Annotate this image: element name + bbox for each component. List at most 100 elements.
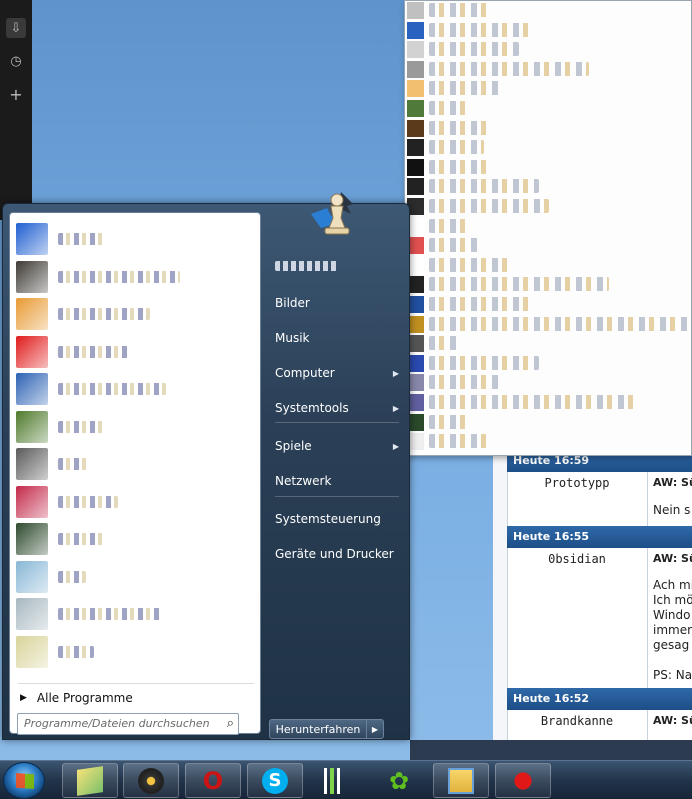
clock-icon[interactable]: ◷: [6, 51, 26, 71]
taskbar-button[interactable]: [62, 763, 118, 798]
jump-list-item-icon: [407, 119, 424, 137]
shutdown-button[interactable]: Herunterfahren: [269, 719, 367, 739]
post-username[interactable]: 0bsidian: [507, 552, 647, 566]
post-title[interactable]: AW: Sü: [653, 552, 692, 565]
program-item[interactable]: [14, 559, 258, 595]
jump-list-item[interactable]: [405, 256, 692, 275]
program-item[interactable]: [14, 221, 258, 257]
program-item[interactable]: [14, 521, 258, 557]
program-item[interactable]: [14, 334, 258, 370]
jump-list-popup: [404, 0, 692, 456]
program-icon: [16, 448, 48, 480]
jump-list-item[interactable]: [405, 393, 692, 412]
jump-list-item[interactable]: [405, 138, 692, 157]
program-item[interactable]: [14, 371, 258, 407]
program-icon: [16, 410, 48, 443]
program-item[interactable]: [14, 296, 258, 332]
skype-icon: S: [262, 767, 288, 794]
jump-list-item[interactable]: [405, 236, 692, 255]
jump-list-item[interactable]: [405, 1, 692, 20]
program-item[interactable]: [14, 259, 258, 295]
jump-list-item[interactable]: [405, 295, 692, 314]
taskbar: O S ✿: [0, 760, 692, 799]
program-icon: [16, 598, 48, 630]
jump-list-item[interactable]: [405, 315, 692, 334]
taskbar-button[interactable]: S: [247, 763, 303, 798]
jump-list-item[interactable]: [405, 275, 692, 294]
program-item[interactable]: [14, 484, 258, 520]
program-icon: [16, 560, 48, 593]
post-text-line: Ich mö: [653, 593, 692, 607]
gadget-sidebar: ⇩ ◷ +: [0, 0, 32, 220]
post-title[interactable]: AW: Sü: [653, 476, 692, 489]
jump-list-item-label-redacted: [429, 375, 499, 390]
program-item[interactable]: [14, 596, 258, 632]
program-icon: [16, 373, 48, 405]
arrow-right-icon: ▶: [371, 724, 379, 734]
jump-list-item-label-redacted: [429, 336, 459, 351]
user-name[interactable]: [275, 261, 337, 271]
jump-list-item[interactable]: [405, 413, 692, 432]
program-item[interactable]: [14, 446, 258, 482]
start-menu-item-musik[interactable]: Musik: [273, 324, 401, 352]
taskbar-button[interactable]: [309, 763, 365, 798]
program-list-separator: [18, 683, 254, 684]
start-menu-item-systemsteuerung[interactable]: Systemsteuerung: [273, 505, 401, 533]
jump-list-item[interactable]: [405, 99, 692, 118]
jump-list-item[interactable]: [405, 40, 692, 59]
start-menu-item-computer[interactable]: Computer ▶: [273, 359, 401, 387]
post-column-divider: [647, 710, 648, 740]
start-menu: ▶ Alle Programme Programme/Dateien durch…: [2, 192, 410, 740]
jump-list-item[interactable]: [405, 432, 692, 451]
jump-list-item[interactable]: [405, 354, 692, 373]
jump-list-item[interactable]: [405, 373, 692, 392]
jump-list-item[interactable]: [405, 334, 692, 353]
add-gadget-icon[interactable]: +: [6, 84, 26, 104]
jump-list-item-label-redacted: [429, 159, 489, 174]
start-menu-item-netzwerk[interactable]: Netzwerk: [273, 467, 401, 495]
jump-list-item-icon: [407, 158, 424, 176]
user-picture-chess-icon[interactable]: [307, 184, 363, 240]
jump-list-item-icon: [407, 178, 424, 196]
jump-list-item-icon: [407, 21, 424, 39]
program-label-redacted: [58, 420, 106, 433]
jump-list-item[interactable]: [405, 79, 692, 98]
all-programs-button[interactable]: ▶ Alle Programme: [20, 691, 133, 705]
taskbar-button[interactable]: [495, 763, 551, 798]
jump-list-item[interactable]: [405, 119, 692, 138]
right-pane-separator: [275, 422, 399, 423]
jump-list-item[interactable]: [405, 158, 692, 177]
jump-list-item[interactable]: [405, 60, 692, 79]
program-icon: [16, 223, 48, 255]
jump-list-item-label-redacted: [429, 120, 489, 135]
program-item[interactable]: [14, 409, 258, 445]
jump-list-item[interactable]: [405, 197, 692, 216]
jump-list-item[interactable]: [405, 177, 692, 196]
start-menu-item-systemtools[interactable]: Systemtools ▶: [273, 394, 401, 422]
start-button[interactable]: [3, 762, 45, 799]
search-icon[interactable]: ⌕: [227, 716, 234, 731]
start-search-input[interactable]: Programme/Dateien durchsuchen ⌕: [17, 713, 239, 735]
start-menu-item-spiele[interactable]: Spiele ▶: [273, 432, 401, 460]
post-username[interactable]: Prototypp: [507, 476, 647, 490]
program-item[interactable]: [14, 634, 258, 670]
submenu-arrow-icon: ▶: [392, 441, 399, 451]
jump-list-item[interactable]: [405, 21, 692, 40]
start-menu-item-bilder[interactable]: Bilder: [273, 289, 401, 317]
gadget-download-icon[interactable]: ⇩: [6, 18, 26, 38]
taskbar-button[interactable]: [433, 763, 489, 798]
taskbar-button[interactable]: [123, 763, 179, 798]
start-menu-item-geräte-und-drucker[interactable]: Geräte und Drucker: [273, 540, 401, 568]
taskbar-button[interactable]: O: [185, 763, 241, 798]
program-list: ▶ Alle Programme: [9, 212, 261, 734]
program-label-redacted: [58, 270, 180, 283]
shutdown-options-button[interactable]: ▶: [366, 719, 384, 739]
taskbar-button[interactable]: ✿: [371, 763, 427, 798]
post-title[interactable]: AW: Sü: [653, 714, 692, 727]
jump-list-item-icon: [407, 80, 424, 98]
post-username[interactable]: Brandkanne: [507, 714, 647, 728]
jump-list-item[interactable]: [405, 217, 692, 236]
program-label-redacted: [58, 233, 104, 245]
post-column-divider: [647, 548, 648, 688]
post-text-line: Nein s: [653, 503, 691, 517]
